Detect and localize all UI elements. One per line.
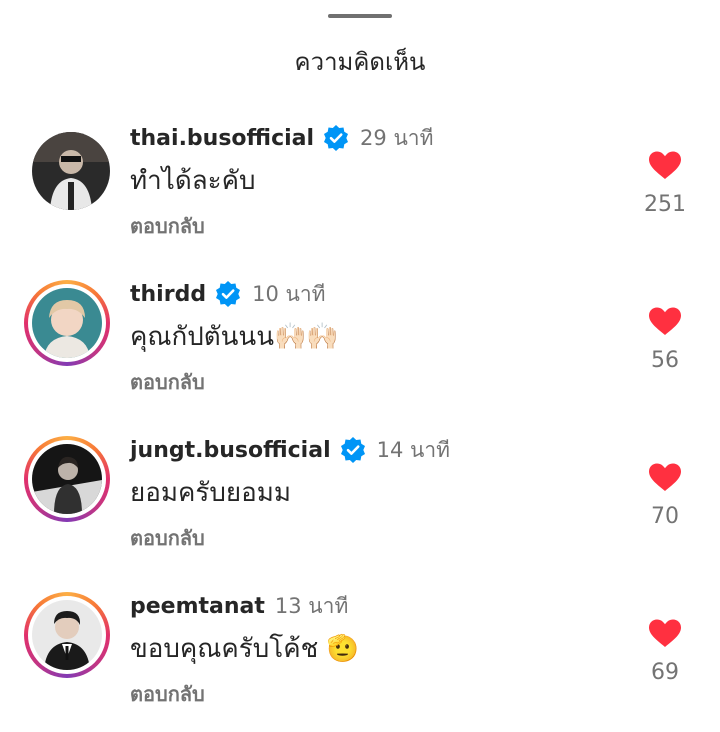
verified-badge-icon — [322, 124, 350, 152]
reply-button[interactable]: ตอบกลับ — [130, 366, 205, 398]
like-count: 56 — [651, 348, 679, 373]
comment-time: 29 นาที — [360, 125, 434, 150]
like-button[interactable]: 70 — [640, 462, 690, 529]
comment-time: 13 นาที — [274, 593, 349, 618]
comment-text: ทำได้ละคับ — [130, 166, 256, 196]
comment-text: ยอมครับยอมม — [130, 478, 291, 508]
avatar[interactable] — [24, 124, 110, 210]
comment-username[interactable]: peemtanat — [130, 594, 265, 619]
drag-handle[interactable] — [328, 14, 392, 18]
sheet-title: ความคิดเห็น — [294, 48, 426, 76]
like-count: 251 — [644, 192, 686, 217]
verified-badge-icon — [214, 280, 242, 308]
like-count: 69 — [651, 660, 679, 685]
heart-icon[interactable] — [648, 306, 682, 336]
comment-time: 10 นาที — [252, 281, 326, 306]
comment-item: thai.busofficial 29 นาที ทำได้ละคับ ตอบก… — [0, 114, 720, 264]
heart-icon[interactable] — [648, 618, 682, 648]
avatar[interactable] — [24, 280, 110, 366]
comment-time: 14 นาที — [376, 437, 451, 462]
comments-sheet: ความคิดเห็น thai.busofficial 29 นาที ทำไ… — [0, 0, 720, 710]
avatar-image — [32, 600, 102, 670]
reply-button[interactable]: ตอบกลับ — [130, 210, 205, 242]
like-button[interactable]: 56 — [640, 306, 690, 373]
reply-button[interactable]: ตอบกลับ — [130, 522, 205, 554]
avatar-image — [32, 288, 102, 358]
reply-button[interactable]: ตอบกลับ — [130, 678, 205, 710]
verified-badge-icon — [339, 436, 367, 464]
comment-text: คุณกัปตันนน🙌🏻🙌🏻 — [130, 322, 339, 352]
comment-username[interactable]: thirdd — [130, 282, 206, 307]
like-count: 70 — [651, 504, 679, 529]
heart-icon[interactable] — [648, 462, 682, 492]
heart-icon[interactable] — [648, 150, 682, 180]
avatar-image — [32, 132, 110, 210]
avatar[interactable] — [24, 592, 110, 678]
like-button[interactable]: 69 — [640, 618, 690, 685]
avatar-image — [32, 444, 102, 514]
avatar[interactable] — [24, 436, 110, 522]
comment-username[interactable]: jungt.busofficial — [130, 438, 331, 463]
like-button[interactable]: 251 — [640, 150, 690, 217]
comment-item: thirdd 10 นาที คุณกัปตันนน🙌🏻🙌🏻 ตอบกลับ 5… — [0, 270, 720, 420]
comment-username[interactable]: thai.busofficial — [130, 126, 314, 151]
comment-text: ขอบคุณครับโค้ช 🫡 — [130, 634, 359, 664]
comment-item: jungt.busofficial 14 นาที ยอมครับยอมม ตอ… — [0, 426, 720, 576]
